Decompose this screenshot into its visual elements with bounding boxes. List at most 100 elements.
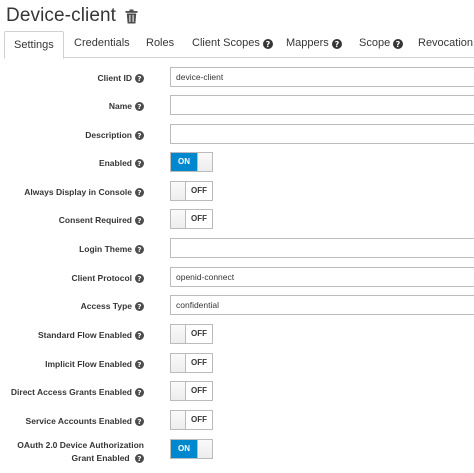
help-icon[interactable]: ? [135,416,144,426]
help-icon[interactable]: ? [135,73,144,83]
help-icon[interactable]: ? [135,244,144,254]
field-label: Standard Flow Enabled ? [38,323,144,347]
field-label: Service Accounts Enabled ? [26,409,144,433]
field-standard-flow: Standard Flow Enabled ? OFF [0,323,474,347]
always-display-toggle[interactable]: OFF [170,181,213,201]
toggle-state: OFF [191,329,207,338]
field-label: Consent Required ? [59,208,144,232]
tab-credentials[interactable]: Credentials [74,31,130,56]
svg-text:?: ? [137,302,141,311]
toggle-knob [171,182,186,200]
toggle-state: ON [171,153,197,171]
field-label: Implicit Flow Enabled ? [45,352,144,376]
help-icon[interactable]: ? [135,101,144,111]
field-label: Description ? [85,123,144,147]
field-implicit-flow: Implicit Flow Enabled ? OFF [0,352,474,376]
help-icon[interactable]: ? [135,187,144,197]
field-label: OAuth 2.0 Device Authorization Grant Ena… [17,440,144,464]
svg-text:?: ? [137,216,141,225]
svg-text:?: ? [137,331,141,340]
direct-access-toggle[interactable]: OFF [170,381,213,401]
name-input[interactable] [170,95,474,115]
tab-label: Settings [14,38,54,51]
access-type-select[interactable]: confidential [170,295,474,315]
toggle-knob [197,440,212,458]
field-consent-required: Consent Required ? OFF [0,208,474,232]
svg-text:?: ? [137,417,141,426]
toggle-state: OFF [191,358,207,367]
tab-client-scopes[interactable]: Client Scopes ? [192,31,273,56]
client-protocol-select[interactable]: openid-connect [170,267,474,287]
toggle-knob [171,325,186,343]
page-title: Device-client [6,5,117,26]
field-device-grant: OAuth 2.0 Device Authorization Grant Ena… [0,438,474,470]
svg-text:?: ? [137,388,141,397]
login-theme-select[interactable] [170,238,474,258]
help-icon[interactable]: ? [393,38,404,49]
field-always-display: Always Display in Console ? OFF [0,180,474,204]
svg-text:?: ? [137,131,141,140]
field-service-accounts: Service Accounts Enabled ? OFF [0,409,474,433]
field-label: Access Type ? [81,294,144,318]
field-label: Always Display in Console ? [24,180,144,204]
implicit-flow-toggle[interactable]: OFF [170,353,213,373]
toggle-state: OFF [191,214,207,223]
consent-required-toggle[interactable]: OFF [170,209,213,229]
help-icon[interactable]: ? [135,273,144,283]
tab-scope[interactable]: Scope ? [359,31,404,56]
toggle-knob [171,354,186,372]
field-login-theme: Login Theme ? [0,237,474,261]
standard-flow-toggle[interactable]: OFF [170,324,213,344]
field-label: Direct Access Grants Enabled ? [11,380,144,404]
help-icon[interactable]: ? [135,301,144,311]
device-grant-toggle[interactable]: ON [170,439,213,459]
help-icon[interactable]: ? [135,158,144,168]
svg-text:?: ? [137,274,141,283]
help-icon[interactable]: ? [135,387,144,397]
help-icon[interactable]: ? [135,130,144,140]
help-icon[interactable]: ? [135,330,144,340]
field-access-type: Access Type ? confidential [0,294,474,318]
field-client-protocol: Client Protocol ? openid-connect [0,266,474,290]
toggle-state: OFF [191,386,207,395]
help-icon[interactable]: ? [331,38,342,49]
toggle-state: ON [171,440,197,458]
tab-roles[interactable]: Roles [146,31,174,56]
page-header: Device-client [6,3,138,29]
toggle-knob [171,210,186,228]
field-label: Client ID ? [98,66,144,90]
tab-label: Roles [146,37,175,49]
help-icon[interactable]: ? [135,359,144,369]
svg-text:?: ? [266,40,271,49]
svg-text:?: ? [137,159,141,168]
client-id-input[interactable] [170,67,474,87]
field-description: Description ? [0,123,474,147]
enabled-toggle[interactable]: ON [170,152,213,172]
tab-label: Scope [359,37,391,49]
tab-revocation[interactable]: Revocation [418,31,473,56]
help-icon[interactable]: ? [135,215,144,225]
toggle-knob [171,382,186,400]
description-input[interactable] [170,124,474,144]
field-label: Name ? [109,94,144,118]
svg-text:?: ? [137,245,141,254]
svg-text:?: ? [396,40,401,49]
field-enabled: Enabled ? ON [0,151,474,175]
toggle-state: OFF [191,186,207,195]
field-label: Client Protocol ? [72,266,144,290]
service-accounts-toggle[interactable]: OFF [170,410,213,430]
toggle-knob [197,153,212,171]
tab-bar: Settings Credentials Roles Client Scopes… [4,31,474,59]
svg-text:?: ? [137,188,141,197]
tab-mappers[interactable]: Mappers ? [286,31,342,56]
tab-settings[interactable]: Settings [4,31,64,59]
help-icon[interactable]: ? [135,454,144,464]
field-label: Login Theme ? [79,237,144,261]
tab-label: Revocation [418,37,474,49]
tab-label: Client Scopes [192,37,260,49]
svg-text:?: ? [137,360,141,369]
tab-label: Credentials [74,37,130,49]
help-icon[interactable]: ? [262,38,273,49]
field-name: Name ? [0,94,474,118]
trash-icon[interactable] [125,9,138,24]
